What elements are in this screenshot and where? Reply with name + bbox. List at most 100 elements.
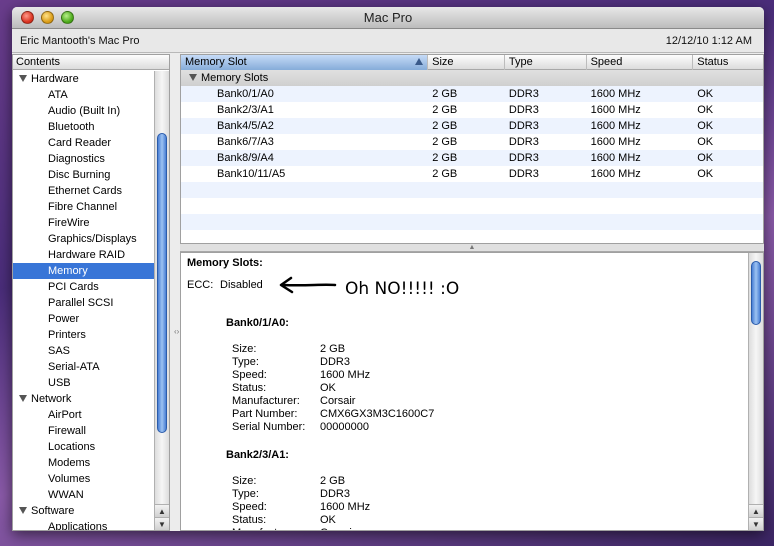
- bank-field-key: Manufacturer:: [232, 527, 320, 530]
- sidebar-item-bluetooth[interactable]: Bluetooth: [13, 119, 155, 135]
- sidebar-group-label: Network: [31, 393, 72, 405]
- details-scrollbar[interactable]: ▲ ▼: [748, 253, 763, 530]
- column-header-label: Size: [432, 56, 454, 68]
- bank-title: Bank0/1/A0:: [226, 317, 289, 329]
- sidebar-item-printers[interactable]: Printers: [13, 327, 155, 343]
- sidebar-item-airport[interactable]: AirPort: [13, 407, 155, 423]
- table-row[interactable]: Bank6/7/A3 2 GB DDR3 1600 MHz OK: [181, 134, 763, 150]
- table-group-row[interactable]: Memory Slots: [181, 70, 763, 86]
- table-cell: 2 GB: [432, 120, 458, 132]
- close-button[interactable]: [21, 11, 34, 24]
- bank-field-value: OK: [320, 514, 336, 526]
- title-bar[interactable]: Mac Pro: [12, 7, 764, 29]
- bank-field-value: DDR3: [320, 356, 350, 368]
- column-header-type[interactable]: Type: [505, 55, 587, 70]
- zoom-button[interactable]: [61, 11, 74, 24]
- details-content: Memory Slots:: [187, 257, 747, 271]
- column-header-speed[interactable]: Speed: [587, 55, 694, 70]
- disclosure-triangle-icon[interactable]: [19, 395, 27, 402]
- table-row[interactable]: Bank2/3/A1 2 GB DDR3 1600 MHz OK: [181, 102, 763, 118]
- bank-field-key: Status:: [232, 382, 267, 394]
- bank-field-key: Status:: [232, 514, 267, 526]
- sidebar-item-wwan[interactable]: WWAN: [13, 487, 155, 503]
- sidebar-scroll-thumb[interactable]: [157, 133, 167, 433]
- sidebar-item-serial-ata[interactable]: Serial-ATA: [13, 359, 155, 375]
- bank-field-key: Type:: [232, 488, 259, 500]
- table-row[interactable]: Bank8/9/A4 2 GB DDR3 1600 MHz OK: [181, 150, 763, 166]
- ecc-value: Disabled: [220, 279, 263, 291]
- column-header-size[interactable]: Size: [428, 55, 505, 70]
- table-cell: DDR3: [508, 120, 539, 132]
- sidebar-scrollbar[interactable]: ▲ ▼: [154, 71, 169, 530]
- sidebar-item-fibre-channel[interactable]: Fibre Channel: [13, 199, 155, 215]
- disclosure-triangle-icon[interactable]: [189, 74, 197, 81]
- sidebar-item-ethernet-cards[interactable]: Ethernet Cards: [13, 183, 155, 199]
- bank-field: Size: 2 GB: [232, 343, 345, 356]
- column-header-label: Speed: [590, 56, 623, 68]
- details-scroll-down-icon[interactable]: ▼: [749, 517, 763, 530]
- sidebar-item-audio-built-in[interactable]: Audio (Built In): [13, 103, 155, 119]
- window-title: Mac Pro: [363, 10, 413, 25]
- sidebar-group-network[interactable]: Network: [13, 391, 155, 407]
- sidebar-item-card-reader[interactable]: Card Reader: [13, 135, 155, 151]
- table-cell: DDR3: [508, 88, 539, 100]
- sidebar-group-hardware[interactable]: Hardware: [13, 71, 155, 87]
- table-row[interactable]: Bank4/5/A2 2 GB DDR3 1600 MHz OK: [181, 118, 763, 134]
- sidebar-item-hardware-raid[interactable]: Hardware RAID: [13, 247, 155, 263]
- sidebar-item-modems[interactable]: Modems: [13, 455, 155, 471]
- column-header-status[interactable]: Status: [693, 55, 763, 70]
- table-cell: 2 GB: [432, 152, 458, 164]
- table-row[interactable]: Bank10/11/A5 2 GB DDR3 1600 MHz OK: [181, 166, 763, 182]
- contents-sidebar: Contents Hardware ATA Audio (Built In) Blue…: [12, 54, 170, 531]
- sidebar-item-firewall[interactable]: Firewall: [13, 423, 155, 439]
- bank-field: Speed: 1600 MHz: [232, 501, 370, 514]
- disclosure-triangle-icon[interactable]: [19, 75, 27, 82]
- sidebar-item-firewire[interactable]: FireWire: [13, 215, 155, 231]
- sidebar-item-parallel-scsi[interactable]: Parallel SCSI: [13, 295, 155, 311]
- table-cell: 1600 MHz: [590, 136, 641, 148]
- details-scroll-thumb[interactable]: [751, 261, 761, 325]
- scroll-down-arrow-icon[interactable]: ▼: [155, 517, 169, 530]
- sidebar-group-software[interactable]: Software: [13, 503, 155, 519]
- scroll-up-arrow-icon[interactable]: ▲: [155, 504, 169, 517]
- table-cell: Bank10/11/A5: [217, 168, 286, 180]
- table-cell: 2 GB: [432, 168, 458, 180]
- table-cell: DDR3: [508, 152, 539, 164]
- sidebar-item-memory[interactable]: Memory: [13, 263, 155, 279]
- sidebar-header[interactable]: Contents: [13, 55, 169, 70]
- table-cell: DDR3: [508, 104, 539, 116]
- ecc-line: ECC: Disabled: [187, 279, 263, 291]
- sidebar-item-volumes[interactable]: Volumes: [13, 471, 155, 487]
- bank-field-value: CMX6GX3M3C1600C7: [320, 408, 435, 420]
- table-row[interactable]: Bank0/1/A0 2 GB DDR3 1600 MHz OK: [181, 86, 763, 102]
- table-cell: Bank2/3/A1: [217, 104, 274, 116]
- table-cell: Bank4/5/A2: [217, 120, 274, 132]
- bank-field-key: Size:: [232, 475, 257, 487]
- sidebar-item-ata[interactable]: ATA: [13, 87, 155, 103]
- minimize-button[interactable]: [41, 11, 54, 24]
- empty-table-row: [181, 182, 763, 198]
- sidebar-item-disc-burning[interactable]: Disc Burning: [13, 167, 155, 183]
- sidebar-item-sas[interactable]: SAS: [13, 343, 155, 359]
- sidebar-item-pci-cards[interactable]: PCI Cards: [13, 279, 155, 295]
- hand-drawn-arrow-icon: [279, 276, 337, 294]
- table-cell: OK: [697, 168, 714, 180]
- table-cell: 2 GB: [432, 136, 458, 148]
- sidebar-item-applications[interactable]: Applications: [13, 519, 155, 530]
- sidebar-item-locations[interactable]: Locations: [13, 439, 155, 455]
- table-group-label: Memory Slots: [201, 72, 269, 84]
- table-body: Memory Slots Bank0/1/A0 2 GB DDR3 1600 MHz OK…: [181, 70, 763, 230]
- bank-field: Size: 2 GB: [232, 475, 345, 488]
- details-scroll-up-icon[interactable]: ▲: [749, 504, 763, 517]
- sidebar-item-graphics-displays[interactable]: Graphics/Displays: [13, 231, 155, 247]
- column-header-memory-slot[interactable]: Memory Slot: [181, 55, 429, 70]
- empty-table-row: [181, 214, 763, 230]
- sidebar-item-power[interactable]: Power: [13, 311, 155, 327]
- disclosure-triangle-icon[interactable]: [19, 507, 27, 514]
- sidebar-item-diagnostics[interactable]: Diagnostics: [13, 151, 155, 167]
- bank-field: Status: OK: [232, 382, 336, 395]
- bank-field-value: 2 GB: [320, 475, 346, 487]
- sidebar-item-usb[interactable]: USB: [13, 375, 155, 391]
- column-header-label: Memory Slot: [185, 56, 247, 68]
- pane-splitter[interactable]: ▲: [180, 244, 764, 252]
